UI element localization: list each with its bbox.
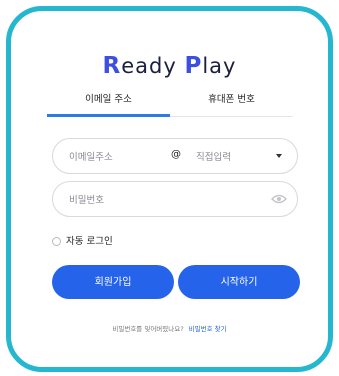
login-method-tabs: 이메일 주소 휴대폰 번호 [47, 92, 293, 117]
logo-text-lay: lay [202, 54, 237, 78]
password-field[interactable]: 비밀번호 [52, 181, 298, 217]
chevron-down-icon[interactable] [276, 154, 282, 158]
password-input[interactable]: 비밀번호 [69, 192, 104, 206]
logo-text-eady: eady [121, 54, 177, 78]
email-local-input[interactable]: 이메일주소 [69, 149, 113, 163]
tab-phone[interactable]: 휴대폰 번호 [170, 92, 293, 114]
email-field[interactable]: 이메일주소 @ 직접입력 [52, 138, 298, 174]
email-domain-select[interactable]: 직접입력 [196, 149, 231, 163]
find-password-link[interactable]: 비밀번호 찾기 [189, 325, 227, 333]
logo-letter-r: R [102, 53, 122, 79]
auto-login-radio[interactable] [52, 237, 61, 246]
signup-button[interactable]: 회원가입 [52, 265, 174, 299]
forgot-password-question: 비밀번호를 잊어버렸나요? [112, 325, 184, 333]
footer: 비밀번호를 잊어버렸나요? 비밀번호 찾기 [0, 323, 339, 333]
readyplay-logo: Ready Play [11, 53, 328, 79]
auto-login-option[interactable]: 자동 로그인 [52, 233, 113, 247]
start-button[interactable]: 시작하기 [178, 265, 300, 299]
auto-login-label: 자동 로그인 [66, 236, 113, 247]
at-sign: @ [171, 149, 181, 160]
logo-letter-p: P [184, 53, 203, 79]
eye-icon[interactable] [271, 194, 287, 204]
tab-email[interactable]: 이메일 주소 [47, 92, 170, 117]
